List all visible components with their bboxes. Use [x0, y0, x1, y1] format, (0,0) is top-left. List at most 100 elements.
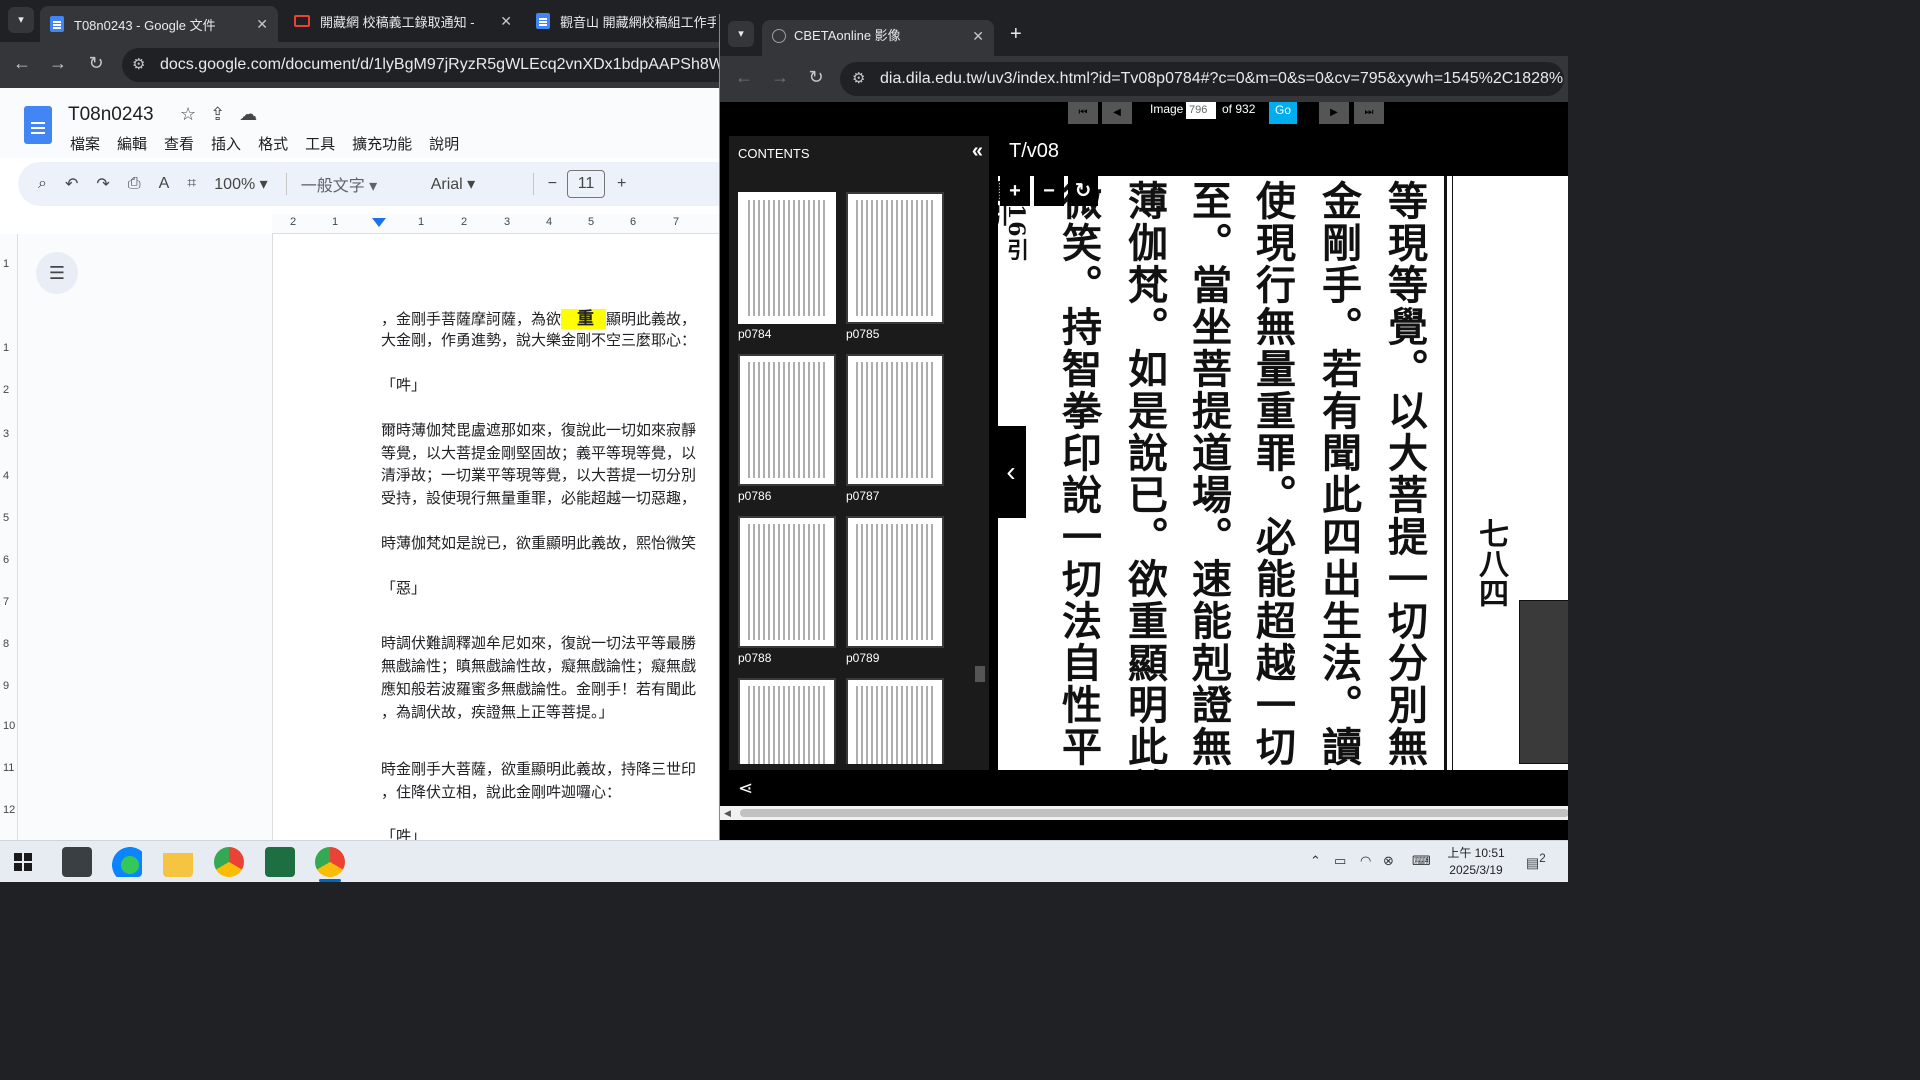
system-clock[interactable]: 上午 10:51 2025/3/19	[1444, 845, 1508, 879]
file-explorer-icon[interactable]	[163, 847, 193, 877]
scripture-page-scan[interactable]: 等現等覺。以大菩提一切分別無分 金剛手。若有聞此四出生法。讀誦 使現行無量重罪。…	[998, 176, 1568, 770]
undo-icon[interactable]: ↶	[65, 174, 78, 194]
move-folder-icon[interactable]: ⇪	[210, 104, 225, 125]
thumbnail-item[interactable]: p0786	[738, 354, 836, 503]
decrease-font-size-icon[interactable]: −	[548, 175, 557, 193]
close-tab-icon[interactable]: ✕	[500, 13, 512, 30]
redo-icon[interactable]: ↷	[96, 174, 109, 194]
doc-paragraph[interactable]: 等覺，以大菩提金剛堅固故；義平等現等覺，以	[381, 443, 720, 465]
font-select[interactable]: Arial ▾	[431, 174, 515, 194]
vertical-ruler[interactable]: 1 1 2 3 4 5 6 7 8 9 10 11 12	[0, 234, 18, 840]
site-info-icon[interactable]: ⚙	[132, 48, 145, 82]
search-icon[interactable]: ⌕	[38, 175, 47, 193]
zoom-in-icon[interactable]: +	[1000, 176, 1030, 206]
tab-docs-handbook[interactable]: 觀音山 開藏網校稿組工作手冊	[526, 6, 720, 36]
last-page-icon[interactable]: ⏭	[1354, 102, 1384, 124]
rotate-icon[interactable]: ↻	[1068, 176, 1098, 206]
back-icon[interactable]: ←	[732, 67, 756, 88]
chrome-profile-icon[interactable]	[315, 847, 345, 882]
doc-paragraph[interactable]: 應知般若波羅蜜多無戲論性。金剛手！若有聞此	[381, 679, 720, 701]
doc-paragraph[interactable]: ，住降伏立相，說此金剛吽迦囉心：	[381, 782, 720, 804]
doc-paragraph[interactable]: 大金剛，作勇進勢，說大樂金剛不空三麼耶心：	[381, 330, 720, 352]
wifi-icon[interactable]: ◠	[1360, 853, 1371, 869]
menu-view[interactable]: 查看	[164, 133, 194, 154]
back-icon[interactable]: ←	[10, 53, 34, 74]
print-icon[interactable]: ⎙	[128, 175, 141, 193]
doc-paragraph[interactable]: 無戲論性；瞋無戲論性故，癡無戲論性；癡無戲	[381, 656, 720, 678]
docs-logo-icon[interactable]	[24, 106, 52, 144]
thumbnail-scrollbar[interactable]	[975, 666, 985, 682]
previous-image-icon[interactable]: ‹	[996, 426, 1026, 518]
thumbnail-item[interactable]: p0787	[846, 354, 944, 503]
thumbnail-item[interactable]: p0784	[738, 192, 836, 341]
tab-cbeta-image[interactable]: CBETAonline 影像 ✕	[762, 20, 994, 56]
right-panel-tab[interactable]	[1519, 600, 1568, 764]
doc-paragraph[interactable]: 「吽」	[381, 826, 720, 840]
previous-page-icon[interactable]: ◀	[1102, 102, 1132, 124]
thumbnail-item[interactable]	[738, 678, 836, 764]
close-tab-icon[interactable]: ✕	[972, 20, 984, 52]
horizontal-scrollbar[interactable]: ◀	[720, 806, 1568, 820]
camera-icon[interactable]	[62, 847, 92, 877]
show-hidden-icons-icon[interactable]: ⌃	[1310, 853, 1321, 869]
edge-icon[interactable]	[112, 847, 142, 877]
input-method-icon[interactable]: ⌨	[1412, 853, 1431, 869]
menu-extensions[interactable]: 擴充功能	[352, 133, 412, 154]
next-page-icon[interactable]: ▶	[1319, 102, 1349, 124]
tab-gmail[interactable]: 開藏網 校稿義工錄取通知 - ✕	[284, 6, 522, 36]
close-tab-icon[interactable]: ✕	[256, 16, 268, 33]
start-button[interactable]	[14, 853, 32, 871]
go-button[interactable]: Go	[1269, 102, 1297, 124]
highlighted-text[interactable]: 重	[561, 309, 607, 329]
tab-search-button[interactable]: ▾	[8, 7, 34, 33]
horizontal-ruler[interactable]: 2 1 1 2 3 4 5 6 7	[272, 214, 720, 234]
menu-file[interactable]: 檔案	[70, 133, 100, 154]
thumbnail-item[interactable]: p0788	[738, 516, 836, 665]
scroll-left-icon[interactable]: ◀	[724, 806, 731, 820]
doc-paragraph[interactable]: 時調伏難調釋迦牟尼如來，復說一切法平等最勝	[381, 633, 720, 655]
doc-paragraph[interactable]: 時薄伽梵如是說已，欲重顯明此義故，熙怡微笑	[381, 533, 720, 555]
chrome-icon[interactable]	[214, 847, 244, 877]
thumbnail-item[interactable]: p0785	[846, 192, 944, 341]
zoom-out-icon[interactable]: −	[1034, 176, 1064, 206]
share-icon[interactable]: ⋖	[738, 778, 753, 799]
menu-format[interactable]: 格式	[258, 133, 288, 154]
thumbnail-item[interactable]: p0789	[846, 516, 944, 665]
font-size-input[interactable]: 11	[567, 170, 606, 198]
notification-center-button[interactable]: ▤2	[1526, 852, 1546, 872]
doc-paragraph[interactable]: 「吽」	[381, 375, 720, 397]
menu-tools[interactable]: 工具	[305, 133, 335, 154]
tab-search-button[interactable]: ▾	[728, 21, 754, 47]
battery-icon[interactable]: ▭	[1334, 853, 1346, 869]
thumbnail-grid[interactable]: p0784 p0785 p0786 p0787 p0788 p0789	[738, 192, 966, 764]
indent-marker[interactable]	[372, 218, 386, 227]
excel-icon[interactable]	[265, 847, 295, 877]
doc-paragraph[interactable]: 「惡」	[381, 578, 720, 600]
document-title[interactable]: T08n0243	[68, 104, 154, 126]
paint-format-icon[interactable]: ⌗	[187, 175, 196, 193]
doc-paragraph[interactable]: ，為調伏故，疾證無上正等菩提。」	[381, 702, 720, 724]
zoom-select[interactable]: 100% ▾	[214, 174, 267, 194]
paragraph-style-select[interactable]: 一般文字 ▾	[301, 172, 413, 196]
forward-icon[interactable]: →	[46, 53, 70, 74]
document-outline-button[interactable]: ☰	[36, 252, 78, 294]
doc-paragraph[interactable]: 時金剛手大菩薩，欲重顯明此義故，持降三世印	[381, 759, 720, 781]
menu-edit[interactable]: 編輯	[117, 133, 147, 154]
doc-paragraph[interactable]: 受持，設使現行無量重罪，必能超越一切惡趣，	[381, 488, 720, 510]
doc-paragraph[interactable]: 清淨故；一切業平等現等覺，以大菩提一切分別	[381, 465, 720, 487]
site-info-icon[interactable]: ⚙	[852, 62, 865, 96]
new-tab-icon[interactable]: +	[1010, 23, 1022, 46]
menu-insert[interactable]: 插入	[211, 133, 241, 154]
thumbnail-item[interactable]	[846, 678, 944, 764]
image-viewer[interactable]: T/v08 等現等覺。以大菩提一切分別無分 金剛手。若有聞此四出生法。讀誦 使現…	[990, 136, 1568, 770]
image-number-input[interactable]: 796	[1186, 102, 1216, 119]
doc-paragraph[interactable]: 爾時薄伽梵毘盧遮那如來，復說此一切如來寂靜	[381, 420, 720, 442]
first-page-icon[interactable]: ⏮	[1068, 102, 1098, 124]
address-bar[interactable]: ⚙ dia.dila.edu.tw/uv3/index.html?id=Tv08…	[840, 62, 1564, 96]
address-bar[interactable]: ⚙ docs.google.com/document/d/1lyBgM97jRy…	[122, 48, 720, 82]
reload-icon[interactable]: ↻	[84, 53, 108, 74]
reload-icon[interactable]: ↻	[804, 67, 828, 88]
star-icon[interactable]: ☆	[180, 104, 196, 125]
volume-muted-icon[interactable]: ⊗	[1383, 853, 1394, 869]
doc-paragraph[interactable]: ，金剛手菩薩摩訶薩，為欲重顯明此義故，	[381, 308, 720, 331]
